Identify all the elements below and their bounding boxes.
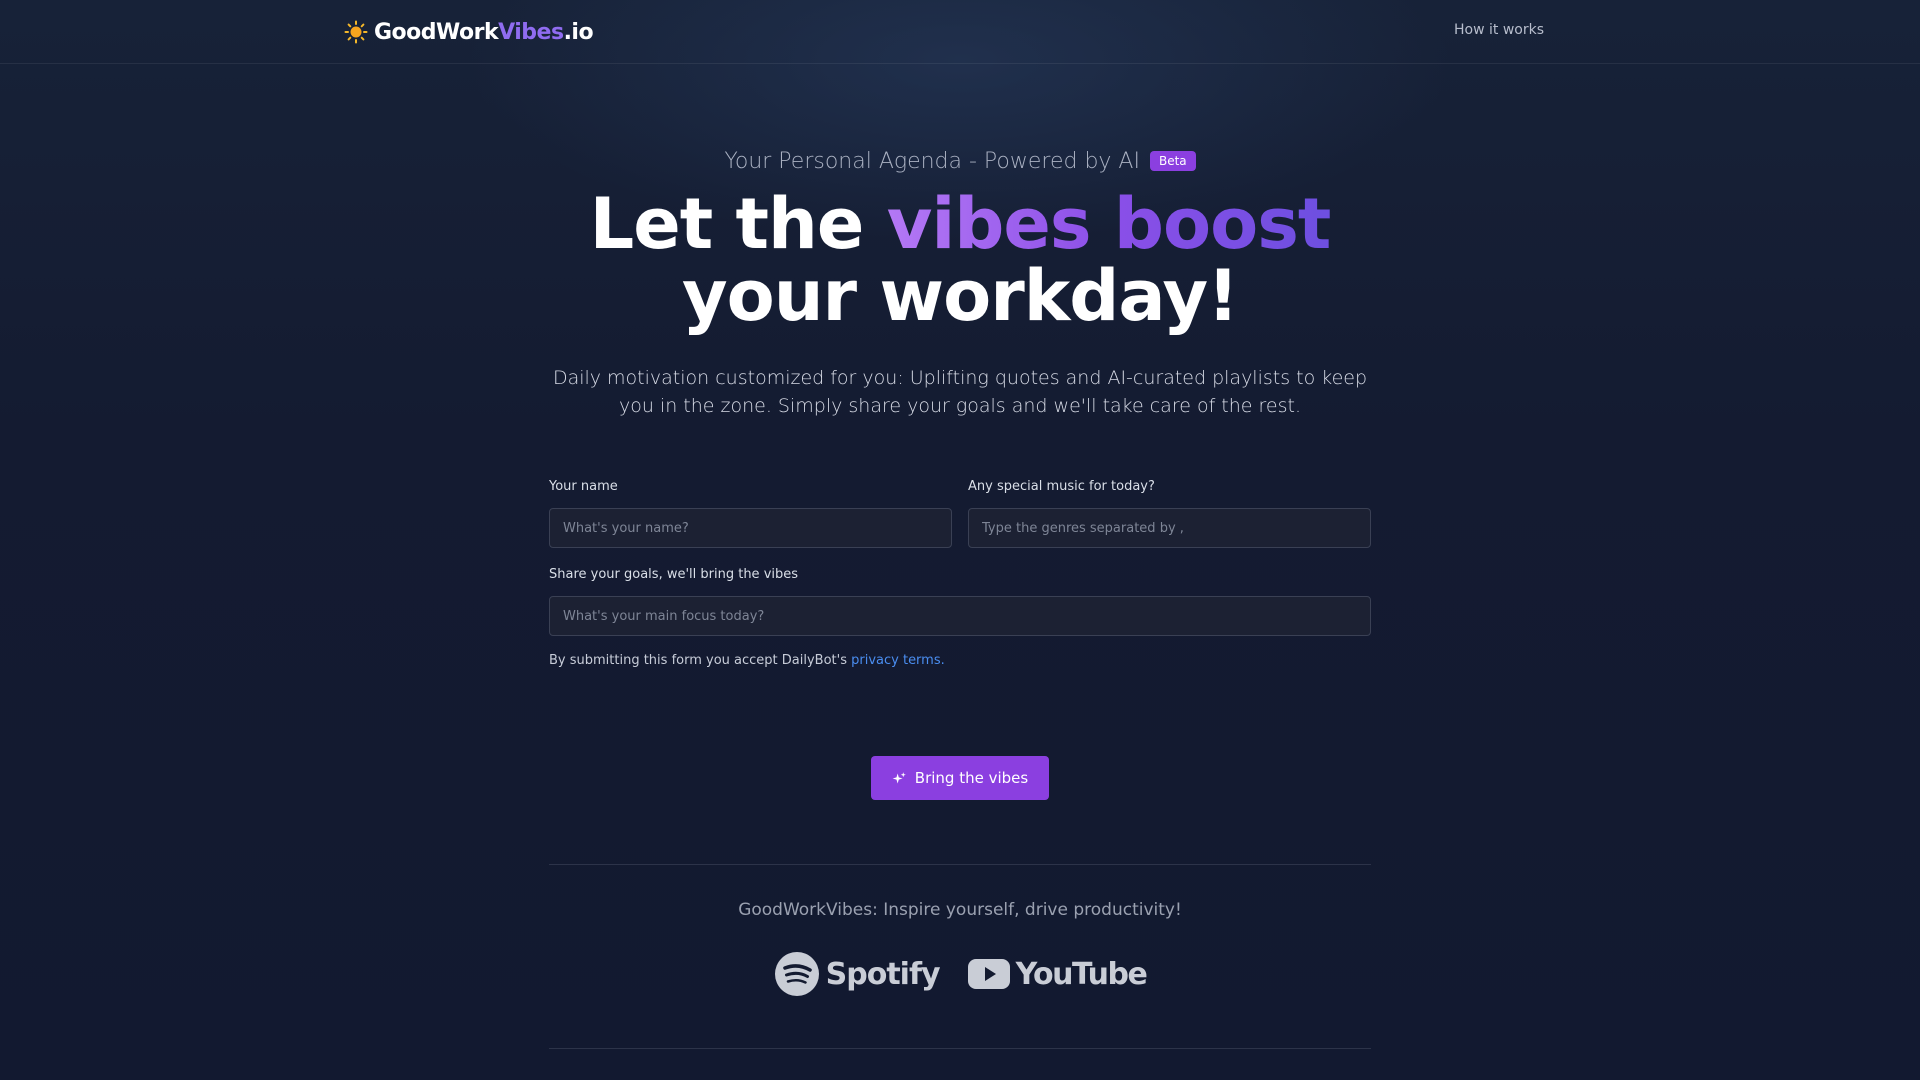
spotify-icon [774,952,819,996]
brand-name-primary: GoodWork [374,19,499,45]
headline-highlight: vibes boost [886,183,1332,265]
headline-prefix: Let the [589,183,865,265]
footer-tagline: GoodWorkVibes: Inspire yourself, drive p… [738,900,1182,920]
terms-text: By submitting this form you accept Daily… [549,653,847,668]
youtube-icon [967,959,1010,989]
brand-logo[interactable]: GoodWorkVibes.io [344,16,594,48]
submit-label: Bring the vibes [914,769,1029,787]
youtube-wordmark: YouTube [1015,956,1148,992]
nav-how-it-works-link[interactable]: How it works [1454,22,1544,38]
eyebrow-text: Your Personal Agenda - Powered by AI [724,148,1140,174]
sun-icon [344,20,368,44]
footer-divider-top [549,864,1371,865]
privacy-notice: By submitting this form you accept Daily… [549,653,945,668]
privacy-terms-link[interactable]: privacy terms. [851,653,945,668]
brand-name-accent: Vibes [498,19,564,45]
footer-divider-bottom [549,1048,1371,1049]
name-label: Your name [549,479,618,494]
music-label: Any special music for today? [968,479,1155,494]
hero-headline: Let the vibes boost your workday! [0,188,1920,332]
hero-subtitle: Daily motivation customized for you: Upl… [552,367,1368,417]
partner-logos: Spotify YouTube [0,950,1920,998]
goals-label: Share your goals, we'll bring the vibes [549,567,799,582]
brand-name-suffix: .io [563,19,594,45]
spotify-wordmark: Spotify [825,956,941,992]
brand-name: GoodWorkVibes.io [374,19,594,45]
goals-input[interactable] [549,596,1371,636]
spotify-logo: Spotify [774,951,941,997]
top-navbar: GoodWorkVibes.io How it works [0,0,1920,64]
beta-badge: Beta [1149,151,1196,171]
sparkles-icon [892,771,906,783]
name-input[interactable] [549,508,952,548]
bring-the-vibes-button[interactable]: Bring the vibes [871,756,1049,800]
music-genres-input[interactable] [968,508,1371,548]
youtube-logo: YouTube [967,956,1148,992]
headline-line2: your workday! [681,255,1239,337]
hero-eyebrow: Your Personal Agenda - Powered by AI Bet… [0,146,1920,176]
